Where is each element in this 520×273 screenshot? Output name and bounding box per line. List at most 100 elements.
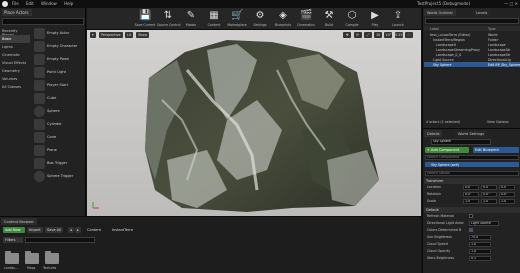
category-lights[interactable]: Lights (0, 43, 30, 51)
translate-tool-icon[interactable]: ✥ (343, 32, 352, 38)
search-details-input[interactable]: Search Details (425, 171, 519, 176)
source-control-button[interactable]: ⇅ Source Control (157, 9, 180, 29)
details-panel: Details World Settings Sky Sphere + Add … (422, 128, 520, 273)
settings-button[interactable]: ⚙ Settings (249, 9, 271, 29)
place-item-cube[interactable]: Cube (33, 92, 85, 105)
place-item-empty-actor[interactable]: Empty Actor (33, 27, 85, 40)
rotation-y-field[interactable]: 0.0° (481, 192, 497, 197)
place-item-sphere[interactable]: Sphere (33, 105, 85, 118)
show-dropdown[interactable]: Show (136, 32, 150, 38)
scale-z-field[interactable]: 1.0 (499, 199, 515, 204)
view-mode-lit-dropdown[interactable]: Lit (125, 32, 134, 38)
compile-button[interactable]: ⬡ Compile (341, 9, 363, 29)
level-viewport[interactable]: ▾ Perspective Lit Show ✥ ⟳ ⤢ 10 10° 0.25… (87, 30, 421, 216)
outliner-row-selected[interactable]: Sky Sphere Edit BP_Sky_Sphere (424, 62, 520, 67)
maximize-viewport-icon[interactable]: ⛶ (405, 32, 413, 38)
filters-dropdown[interactable]: Filters (3, 237, 23, 243)
edit-blueprint-button[interactable]: Edit Blueprint (473, 147, 519, 153)
box-trigger-icon (34, 158, 45, 169)
tab-world-settings[interactable]: World Settings (455, 130, 488, 137)
rotation-z-field[interactable]: 0.0° (499, 192, 515, 197)
folder-icon[interactable] (25, 251, 39, 264)
category-basic[interactable]: Basic (0, 35, 30, 43)
refresh-material-checkbox[interactable] (469, 214, 473, 218)
place-item-empty-character[interactable]: Empty Character (33, 40, 85, 53)
menu-help[interactable]: Help (64, 1, 73, 6)
launch-button[interactable]: ⇪ Launch (387, 9, 409, 29)
save-current-button[interactable]: 💾 Save Current (134, 9, 156, 29)
search-classes-input[interactable] (2, 18, 84, 25)
play-button[interactable]: ▶ Play (364, 9, 386, 29)
history-back-icon[interactable]: ◂ (68, 227, 74, 233)
breadcrumb-instantterra[interactable]: InstantTerra (110, 227, 135, 233)
blueprints-button[interactable]: ◈ Blueprints (272, 9, 294, 29)
category-visual-effects[interactable]: Visual Effects (0, 59, 30, 67)
rotation-snap-value[interactable]: 10° (384, 32, 393, 38)
tab-levels[interactable]: Levels (473, 9, 491, 16)
tab-content-browser[interactable]: Content Browser (1, 218, 37, 225)
content-button[interactable]: ▦ Content (203, 9, 225, 29)
colors-determined-checkbox[interactable] (469, 228, 473, 232)
folder-icon[interactable] (45, 251, 59, 264)
scale-x-field[interactable]: 1.0 (463, 199, 479, 204)
menu-file[interactable]: File (12, 1, 19, 6)
tab-world-outliner[interactable]: World Outliner (424, 9, 456, 16)
place-item-cylinder[interactable]: Cylinder (33, 118, 85, 131)
cloud-speed-field[interactable]: 1.0 (469, 242, 491, 247)
marketplace-button[interactable]: 🛒 Marketplace (226, 9, 248, 29)
category-all-classes[interactable]: All Classes (0, 83, 30, 91)
actor-name-field[interactable]: Sky Sphere (431, 139, 491, 145)
place-item-player-start[interactable]: Player Start (33, 79, 85, 92)
breadcrumb-content[interactable]: Content (85, 227, 103, 233)
transform-section-header[interactable]: Transform (424, 178, 520, 184)
menu-edit[interactable]: Edit (26, 1, 34, 6)
minimize-icon[interactable]: — (504, 1, 508, 6)
close-icon[interactable]: ✕ (515, 1, 518, 6)
outliner-search-input[interactable] (425, 18, 519, 24)
stars-brightness-field[interactable]: 0.1 (469, 256, 491, 261)
location-x-field[interactable]: 0.0 (463, 185, 479, 190)
location-y-field[interactable]: 0.0 (481, 185, 497, 190)
cloud-opacity-field[interactable]: 1.0 (469, 249, 491, 254)
tab-place-actors[interactable]: Place Actors (2, 9, 32, 16)
default-section-header[interactable]: Default (424, 207, 520, 213)
category-cinematic[interactable]: Cinematic (0, 51, 30, 59)
tab-details[interactable]: Details (424, 130, 443, 137)
rotate-tool-icon[interactable]: ⟳ (353, 32, 362, 38)
search-components-input[interactable]: Search Components (425, 155, 519, 160)
search-assets-input[interactable] (25, 237, 95, 243)
rotation-x-field[interactable]: 0.0° (463, 192, 479, 197)
menu-window[interactable]: Window (41, 1, 57, 6)
add-new-button[interactable]: Add New (3, 227, 25, 233)
category-recently-placed[interactable]: Recently Placed (0, 27, 30, 37)
grid-snap-value[interactable]: 10 (374, 32, 383, 38)
component-self-row[interactable]: Sky Sphere (self) (425, 162, 519, 167)
maximize-icon[interactable]: □ (510, 1, 514, 6)
view-options-button[interactable]: View Options (487, 120, 509, 124)
scale-tool-icon[interactable]: ⤢ (363, 32, 372, 38)
folder-icon[interactable] (5, 251, 19, 264)
perspective-dropdown[interactable]: Perspective (99, 32, 123, 38)
place-item-empty-pawn[interactable]: Empty Pawn (33, 53, 85, 66)
category-geometry[interactable]: Geometry (0, 67, 30, 75)
category-volumes[interactable]: Volumes (0, 75, 30, 83)
scale-snap-value[interactable]: 0.25 (394, 32, 403, 38)
save-all-button[interactable]: Save All (45, 227, 63, 233)
history-forward-icon[interactable]: ▸ (75, 227, 81, 233)
build-button[interactable]: ⚒ Build (318, 9, 340, 29)
light-bulb-icon (34, 67, 45, 78)
place-item-sphere-trigger[interactable]: Sphere Trigger (33, 170, 85, 183)
import-button[interactable]: Import (27, 227, 43, 233)
sun-brightness-field[interactable]: 75.0 (469, 235, 491, 240)
location-z-field[interactable]: 0.0 (499, 185, 515, 190)
scale-y-field[interactable]: 1.0 (481, 199, 497, 204)
place-item-box-trigger[interactable]: Box Trigger (33, 157, 85, 170)
cinematics-button[interactable]: 🎬 Cinematics (295, 9, 317, 29)
place-item-plane[interactable]: Plane (33, 144, 85, 157)
modes-button[interactable]: ✎ Modes (180, 9, 202, 29)
directional-light-dropdown[interactable]: Light Source (469, 221, 499, 226)
viewport-options-button[interactable]: ▾ (90, 32, 96, 38)
place-item-cone[interactable]: Cone (33, 131, 85, 144)
place-item-point-light[interactable]: Point Light (33, 66, 85, 79)
add-component-button[interactable]: + Add Component (425, 147, 469, 153)
